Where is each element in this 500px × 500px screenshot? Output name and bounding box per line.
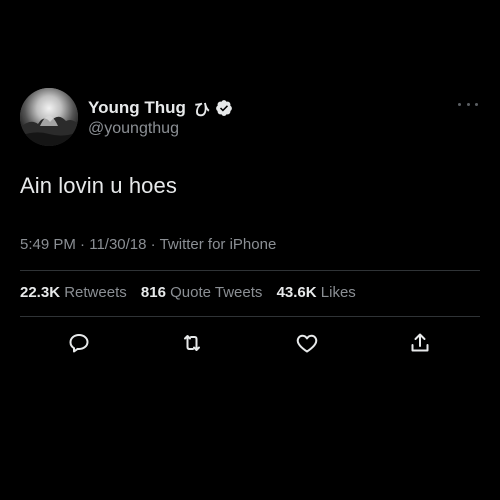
more-dot [475, 102, 478, 106]
reply-icon [69, 334, 89, 353]
share-button[interactable] [407, 330, 433, 356]
author-name-row: Young Thug ひ [88, 97, 233, 119]
divider [20, 270, 480, 271]
share-icon [411, 333, 429, 352]
like-button[interactable] [294, 330, 320, 356]
quotes-count: 816 [140, 284, 166, 301]
likes-count: 43.6K [276, 284, 317, 301]
reply-button[interactable] [66, 330, 92, 356]
author-display-name[interactable]: Young Thug [88, 98, 186, 118]
retweets-label: Retweets [64, 284, 127, 301]
quotes-stat[interactable]: 816 Quote Tweets [141, 284, 262, 301]
meta-separator: · [80, 236, 90, 253]
retweets-count: 22.3K [20, 284, 61, 301]
meta-separator: · [150, 236, 160, 253]
more-options-icon[interactable] [458, 98, 478, 110]
author-handle[interactable]: @youngthug [88, 120, 179, 138]
quotes-label: Quote Tweets [170, 284, 263, 301]
tweet-meta: 5:49 PM · 11/30/18 · Twitter for iPhone [20, 236, 276, 253]
tweet-date[interactable]: 11/30/18 [89, 236, 146, 253]
tweet-text: Ain lovin u hoes [20, 173, 177, 198]
more-dot [466, 102, 470, 106]
tweet-source[interactable]: Twitter for iPhone [160, 236, 277, 253]
author-name-glyph: ひ [193, 102, 210, 119]
likes-label: Likes [320, 284, 356, 301]
divider [20, 316, 480, 317]
tweet-time[interactable]: 5:49 PM [20, 236, 76, 253]
retweets-stat[interactable]: 22.3K Retweets [20, 284, 127, 301]
likes-stat[interactable]: 43.6K Likes [277, 284, 356, 301]
avatar[interactable] [20, 88, 78, 146]
tweet-card: Young Thug ひ @youngthug Ain lovin u hoes… [0, 0, 500, 500]
avatar-image [20, 88, 78, 146]
more-dot [458, 102, 461, 106]
verified-badge-icon [216, 100, 232, 116]
heart-icon [296, 334, 318, 353]
tweet-stats: 22.3K Retweets 816 Quote Tweets 43.6K Li… [20, 284, 366, 301]
tweet-actions [0, 330, 500, 360]
retweet-button[interactable] [179, 330, 205, 356]
retweet-icon [184, 335, 200, 351]
